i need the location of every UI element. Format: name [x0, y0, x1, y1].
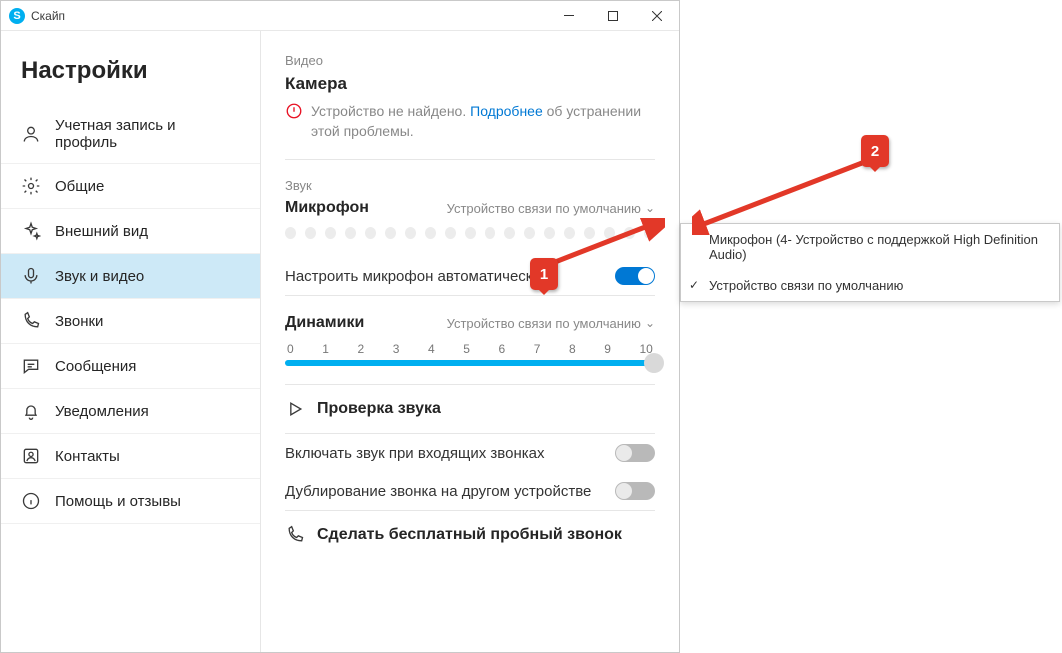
phone-icon — [285, 525, 305, 545]
phone-icon — [21, 311, 41, 331]
bell-icon — [21, 401, 41, 421]
sidebar-item-contacts[interactable]: Контакты — [1, 434, 260, 479]
ring-other-toggle[interactable] — [615, 482, 655, 500]
app-window: S Скайп Настройки Учетная запись и профи… — [0, 0, 680, 653]
check-icon: ✓ — [689, 278, 699, 292]
unmute-incoming-toggle[interactable] — [615, 444, 655, 462]
free-test-call-label: Сделать бесплатный пробный звонок — [317, 526, 622, 544]
warning-icon — [285, 102, 303, 120]
unmute-incoming-label: Включать звук при входящих звонках — [285, 445, 544, 462]
speakers-device-select[interactable]: Устройство связи по умолчанию ⌄ — [447, 316, 655, 331]
selected-mic-device: Устройство связи по умолчанию — [447, 201, 641, 216]
slider-fill — [285, 360, 655, 366]
annotation-callout-2: 2 — [861, 135, 889, 167]
titlebar: S Скайп — [1, 1, 679, 31]
ring-other-label: Дублирование звонка на другом устройстве — [285, 483, 591, 500]
sidebar-item-label: Помощь и отзывы — [55, 493, 181, 510]
sidebar-item-calls[interactable]: Звонки — [1, 299, 260, 344]
sparkle-icon — [21, 221, 41, 241]
sidebar-item-account[interactable]: Учетная запись и профиль — [1, 105, 260, 164]
sidebar: Настройки Учетная запись и профиль Общие… — [1, 31, 261, 652]
warning-text: Устройство не найдено. Подробнее об устр… — [311, 102, 655, 141]
minimize-button[interactable] — [547, 1, 591, 31]
sidebar-item-messages[interactable]: Сообщения — [1, 344, 260, 389]
info-icon — [21, 491, 41, 511]
ring-other-row: Дублирование звонка на другом устройстве — [285, 472, 655, 510]
microphone-dropdown-popup: Микрофон (4- Устройство с поддержкой Hig… — [680, 223, 1060, 302]
test-audio-label: Проверка звука — [317, 400, 441, 418]
window-body: Настройки Учетная запись и профиль Общие… — [1, 31, 679, 652]
selected-speakers-device: Устройство связи по умолчанию — [447, 316, 641, 331]
sidebar-item-label: Звук и видео — [55, 268, 144, 285]
annotation-callout-1: 1 — [530, 258, 558, 290]
divider — [285, 295, 655, 296]
audio-section-label: Звук — [285, 178, 655, 193]
sidebar-item-label: Общие — [55, 178, 104, 195]
free-test-call-button[interactable]: Сделать бесплатный пробный звонок — [285, 510, 655, 559]
slider-ticks: 012345678910 — [285, 342, 655, 356]
sidebar-item-appearance[interactable]: Внешний вид — [1, 209, 260, 254]
auto-adjust-label: Настроить микрофон автоматически — [285, 268, 541, 285]
test-audio-button[interactable]: Проверка звука — [285, 384, 655, 433]
chevron-down-icon: ⌄ — [645, 316, 655, 330]
slider-track — [285, 360, 655, 366]
volume-slider[interactable]: 012345678910 — [285, 342, 655, 366]
sidebar-item-general[interactable]: Общие — [1, 164, 260, 209]
speakers-row: Динамики Устройство связи по умолчанию ⌄ — [285, 314, 655, 332]
learn-more-link[interactable]: Подробнее — [470, 103, 543, 119]
play-icon — [285, 399, 305, 419]
mic-icon — [21, 266, 41, 286]
window-title: Скайп — [31, 9, 547, 23]
sidebar-item-label: Уведомления — [55, 403, 149, 420]
user-icon — [21, 124, 41, 144]
close-button[interactable] — [635, 1, 679, 31]
sidebar-item-label: Контакты — [55, 448, 120, 465]
microphone-device-select[interactable]: Устройство связи по умолчанию ⌄ — [447, 201, 655, 216]
settings-title: Настройки — [1, 57, 260, 105]
maximize-button[interactable] — [591, 1, 635, 31]
camera-warning: Устройство не найдено. Подробнее об устр… — [285, 102, 655, 141]
sidebar-item-label: Звонки — [55, 313, 103, 330]
unmute-incoming-row: Включать звук при входящих звонках — [285, 433, 655, 472]
sidebar-item-label: Сообщения — [55, 358, 136, 375]
dropdown-option-label: Микрофон (4- Устройство с поддержкой Hig… — [709, 232, 1038, 262]
content-pane: Видео Камера Устройство не найдено. Подр… — [261, 31, 679, 652]
video-section-label: Видео — [285, 53, 655, 68]
contacts-icon — [21, 446, 41, 466]
chat-icon — [21, 356, 41, 376]
sidebar-item-notifications[interactable]: Уведомления — [1, 389, 260, 434]
microphone-row: Микрофон Устройство связи по умолчанию ⌄ — [285, 199, 655, 217]
sidebar-item-help[interactable]: Помощь и отзывы — [1, 479, 260, 524]
camera-heading: Камера — [285, 74, 655, 94]
dropdown-option-label: Устройство связи по умолчанию — [709, 278, 903, 293]
slider-thumb[interactable] — [644, 353, 664, 373]
chevron-down-icon: ⌄ — [645, 201, 655, 215]
microphone-heading: Микрофон — [285, 199, 369, 217]
dropdown-option[interactable]: Микрофон (4- Устройство с поддержкой Hig… — [681, 224, 1059, 270]
dropdown-option[interactable]: ✓ Устройство связи по умолчанию — [681, 270, 1059, 301]
gear-icon — [21, 176, 41, 196]
sidebar-item-audio-video[interactable]: Звук и видео — [1, 254, 260, 299]
skype-icon: S — [9, 8, 25, 24]
divider — [285, 159, 655, 160]
auto-adjust-toggle[interactable] — [615, 267, 655, 285]
sidebar-item-label: Внешний вид — [55, 223, 148, 240]
auto-adjust-row: Настроить микрофон автоматически — [285, 257, 655, 295]
mic-level-meter — [285, 227, 655, 239]
sidebar-item-label: Учетная запись и профиль — [55, 117, 240, 151]
speakers-heading: Динамики — [285, 314, 364, 332]
